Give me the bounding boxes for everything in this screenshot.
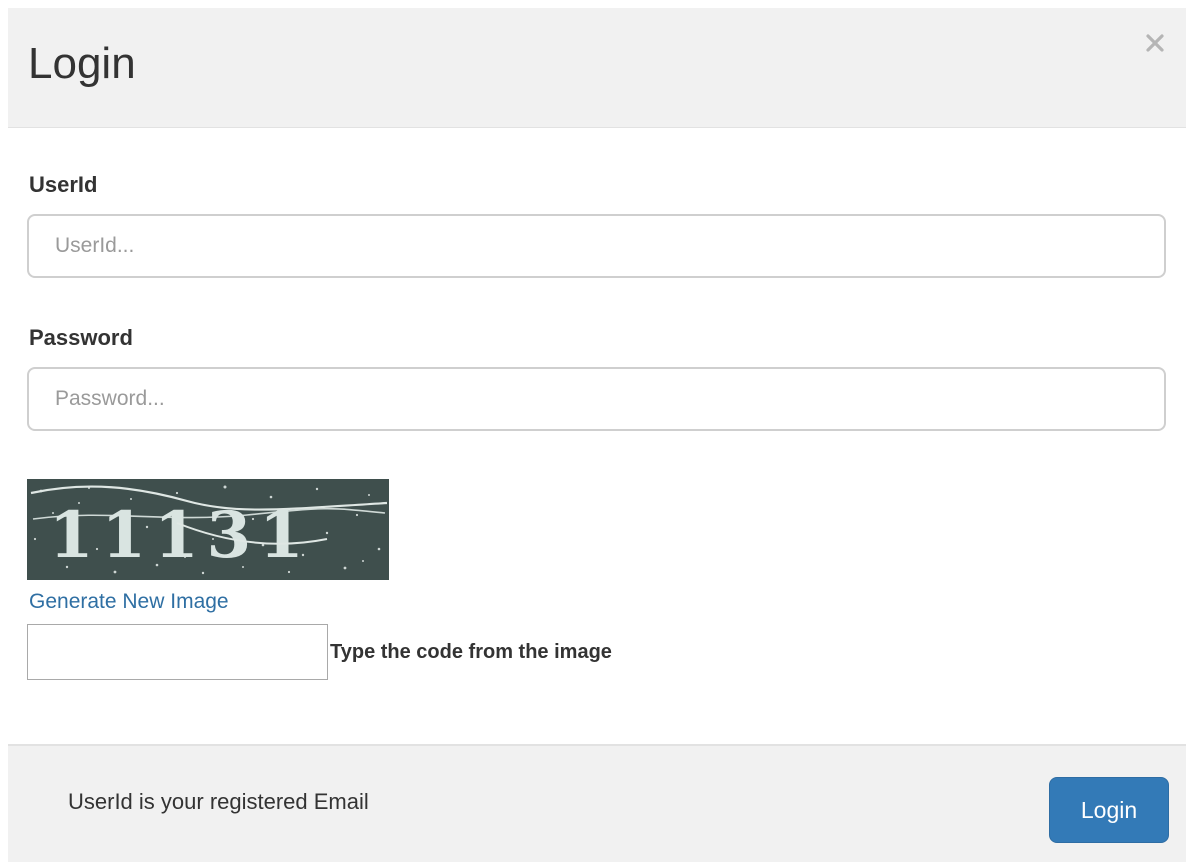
- captcha-text: 11131: [49, 498, 312, 573]
- password-input[interactable]: [27, 367, 1166, 431]
- userid-input[interactable]: [27, 214, 1166, 278]
- close-icon[interactable]: [1142, 30, 1168, 56]
- modal-header: Login: [8, 8, 1186, 128]
- login-button[interactable]: Login: [1049, 777, 1169, 843]
- modal-title: Login: [28, 39, 136, 88]
- modal-footer: UserId is your registered Email Login: [8, 744, 1186, 862]
- captcha-code-label: Type the code from the image: [330, 641, 612, 663]
- captcha-code-input[interactable]: [27, 624, 328, 680]
- captcha-image: 11131: [27, 479, 389, 580]
- login-modal: Login UserId Password: [8, 8, 1186, 862]
- userid-label: UserId: [29, 172, 98, 197]
- password-label: Password: [29, 325, 133, 350]
- generate-new-image-link[interactable]: Generate New Image: [29, 590, 229, 614]
- footer-note: UserId is your registered Email: [68, 789, 369, 814]
